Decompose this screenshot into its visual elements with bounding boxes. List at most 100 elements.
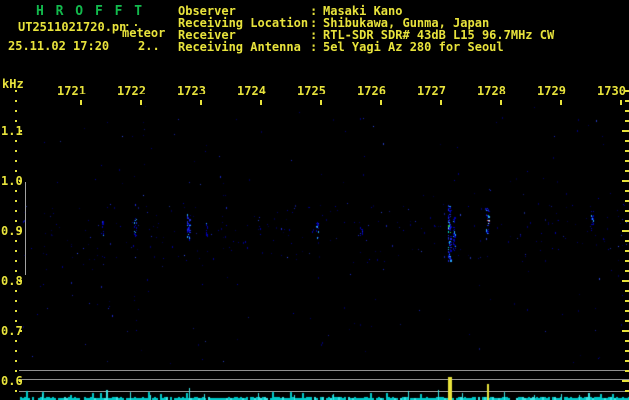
right-minor-tick	[625, 210, 629, 212]
time-label-head: 172	[57, 84, 79, 98]
freq-major-tick	[19, 380, 22, 382]
info-value: 5el Yagi Az 280 for Seoul	[323, 40, 504, 54]
right-minor-tick	[625, 300, 629, 302]
freq-minor-tick	[15, 90, 17, 92]
time-axis-label: 1722	[117, 85, 146, 98]
freq-minor-tick	[15, 340, 17, 342]
freq-minor-tick	[15, 140, 17, 142]
right-minor-tick	[625, 120, 629, 122]
time-label-head: 172	[297, 84, 319, 98]
freq-minor-tick	[15, 210, 17, 212]
time-label-tail: 7	[438, 85, 446, 94]
time-axis-tick	[500, 100, 502, 105]
freq-minor-tick	[15, 350, 17, 352]
right-minor-tick	[625, 370, 629, 372]
freq-minor-tick	[15, 120, 17, 122]
app-title: H R O F F T	[36, 4, 145, 19]
right-minor-tick	[625, 140, 629, 142]
right-minor-tick	[625, 350, 629, 352]
freq-minor-tick	[15, 370, 17, 372]
right-major-tick	[622, 130, 629, 132]
freq-major-tick	[19, 130, 22, 132]
info-row: Receiving Antenna:5el Yagi Az 280 for Se…	[178, 40, 629, 54]
time-label-tail: 6	[378, 85, 386, 94]
right-minor-tick	[625, 290, 629, 292]
right-minor-tick	[625, 90, 629, 92]
right-major-tick	[622, 280, 629, 282]
right-minor-tick	[625, 240, 629, 242]
right-minor-tick	[625, 100, 629, 102]
time-label-head: 172	[537, 84, 559, 98]
time-label-tail: 4	[258, 85, 266, 94]
filename-text: UT2511021720.pn	[18, 20, 127, 34]
time-label-head: 172	[237, 84, 259, 98]
time-axis-label: 1723	[177, 85, 206, 98]
freq-major-tick	[19, 280, 22, 282]
time-axis-label: 1726	[357, 85, 386, 98]
time-axis-tick	[80, 100, 82, 105]
time-axis-label: 1727	[417, 85, 446, 98]
freq-minor-tick	[15, 110, 17, 112]
time-axis-label: 1729	[537, 85, 566, 98]
time-axis-tick	[320, 100, 322, 105]
time-label-head: 172	[357, 84, 379, 98]
time-axis-label: 1721	[57, 85, 86, 98]
time-axis-label: 1730	[597, 85, 626, 98]
freq-minor-tick	[15, 300, 17, 302]
right-minor-tick	[625, 260, 629, 262]
info-separator: :	[310, 40, 318, 54]
time-label-tail: 2	[138, 85, 146, 94]
freq-minor-tick	[15, 190, 17, 192]
right-minor-tick	[625, 270, 629, 272]
time-axis-tick	[620, 100, 622, 105]
freq-minor-tick	[15, 310, 17, 312]
right-minor-tick	[625, 160, 629, 162]
freq-major-tick	[19, 230, 22, 232]
freq-major-tick	[19, 180, 22, 182]
right-minor-tick	[625, 150, 629, 152]
freq-minor-tick	[15, 320, 17, 322]
right-major-tick	[622, 230, 629, 232]
right-minor-tick	[625, 220, 629, 222]
freq-minor-tick	[15, 170, 17, 172]
right-minor-tick	[625, 390, 629, 392]
freq-minor-tick	[15, 260, 17, 262]
time-label-tail: 3	[198, 85, 206, 94]
time-axis-tick	[260, 100, 262, 105]
right-minor-tick	[625, 190, 629, 192]
time-label-head: 172	[177, 84, 199, 98]
time-axis-tick	[200, 100, 202, 105]
time-axis-label: 1724	[237, 85, 266, 98]
right-minor-tick	[625, 360, 629, 362]
time-axis-tick	[560, 100, 562, 105]
freq-minor-tick	[15, 200, 17, 202]
hrofft-output-screen: H R O F F T UT2511021720.pn ·· meteor 25…	[0, 0, 629, 400]
freq-minor-tick	[15, 240, 17, 242]
freq-major-tick	[19, 330, 22, 332]
time-axis-tick	[140, 100, 142, 105]
freq-axis-unit: kHz	[2, 77, 24, 91]
info-label: Receiving Antenna	[178, 40, 301, 54]
time-axis-tick	[440, 100, 442, 105]
time-label-head: 173	[597, 84, 619, 98]
freq-minor-tick	[15, 290, 17, 292]
freq-minor-tick	[15, 150, 17, 152]
time-axis-label: 1725	[297, 85, 326, 98]
right-minor-tick	[625, 310, 629, 312]
right-major-tick	[622, 330, 629, 332]
time-axis-tick	[380, 100, 382, 105]
right-minor-tick	[625, 170, 629, 172]
right-major-tick	[622, 380, 629, 382]
freq-minor-tick	[15, 100, 17, 102]
right-minor-tick	[625, 200, 629, 202]
right-minor-tick	[625, 320, 629, 322]
freq-minor-tick	[15, 160, 17, 162]
time-label-tail: 8	[498, 85, 506, 94]
time-label-head: 172	[477, 84, 499, 98]
right-minor-tick	[625, 110, 629, 112]
time-label-head: 172	[117, 84, 139, 98]
freq-minor-tick	[15, 220, 17, 222]
right-major-tick	[622, 180, 629, 182]
time-label-head: 172	[417, 84, 439, 98]
right-minor-tick	[625, 340, 629, 342]
